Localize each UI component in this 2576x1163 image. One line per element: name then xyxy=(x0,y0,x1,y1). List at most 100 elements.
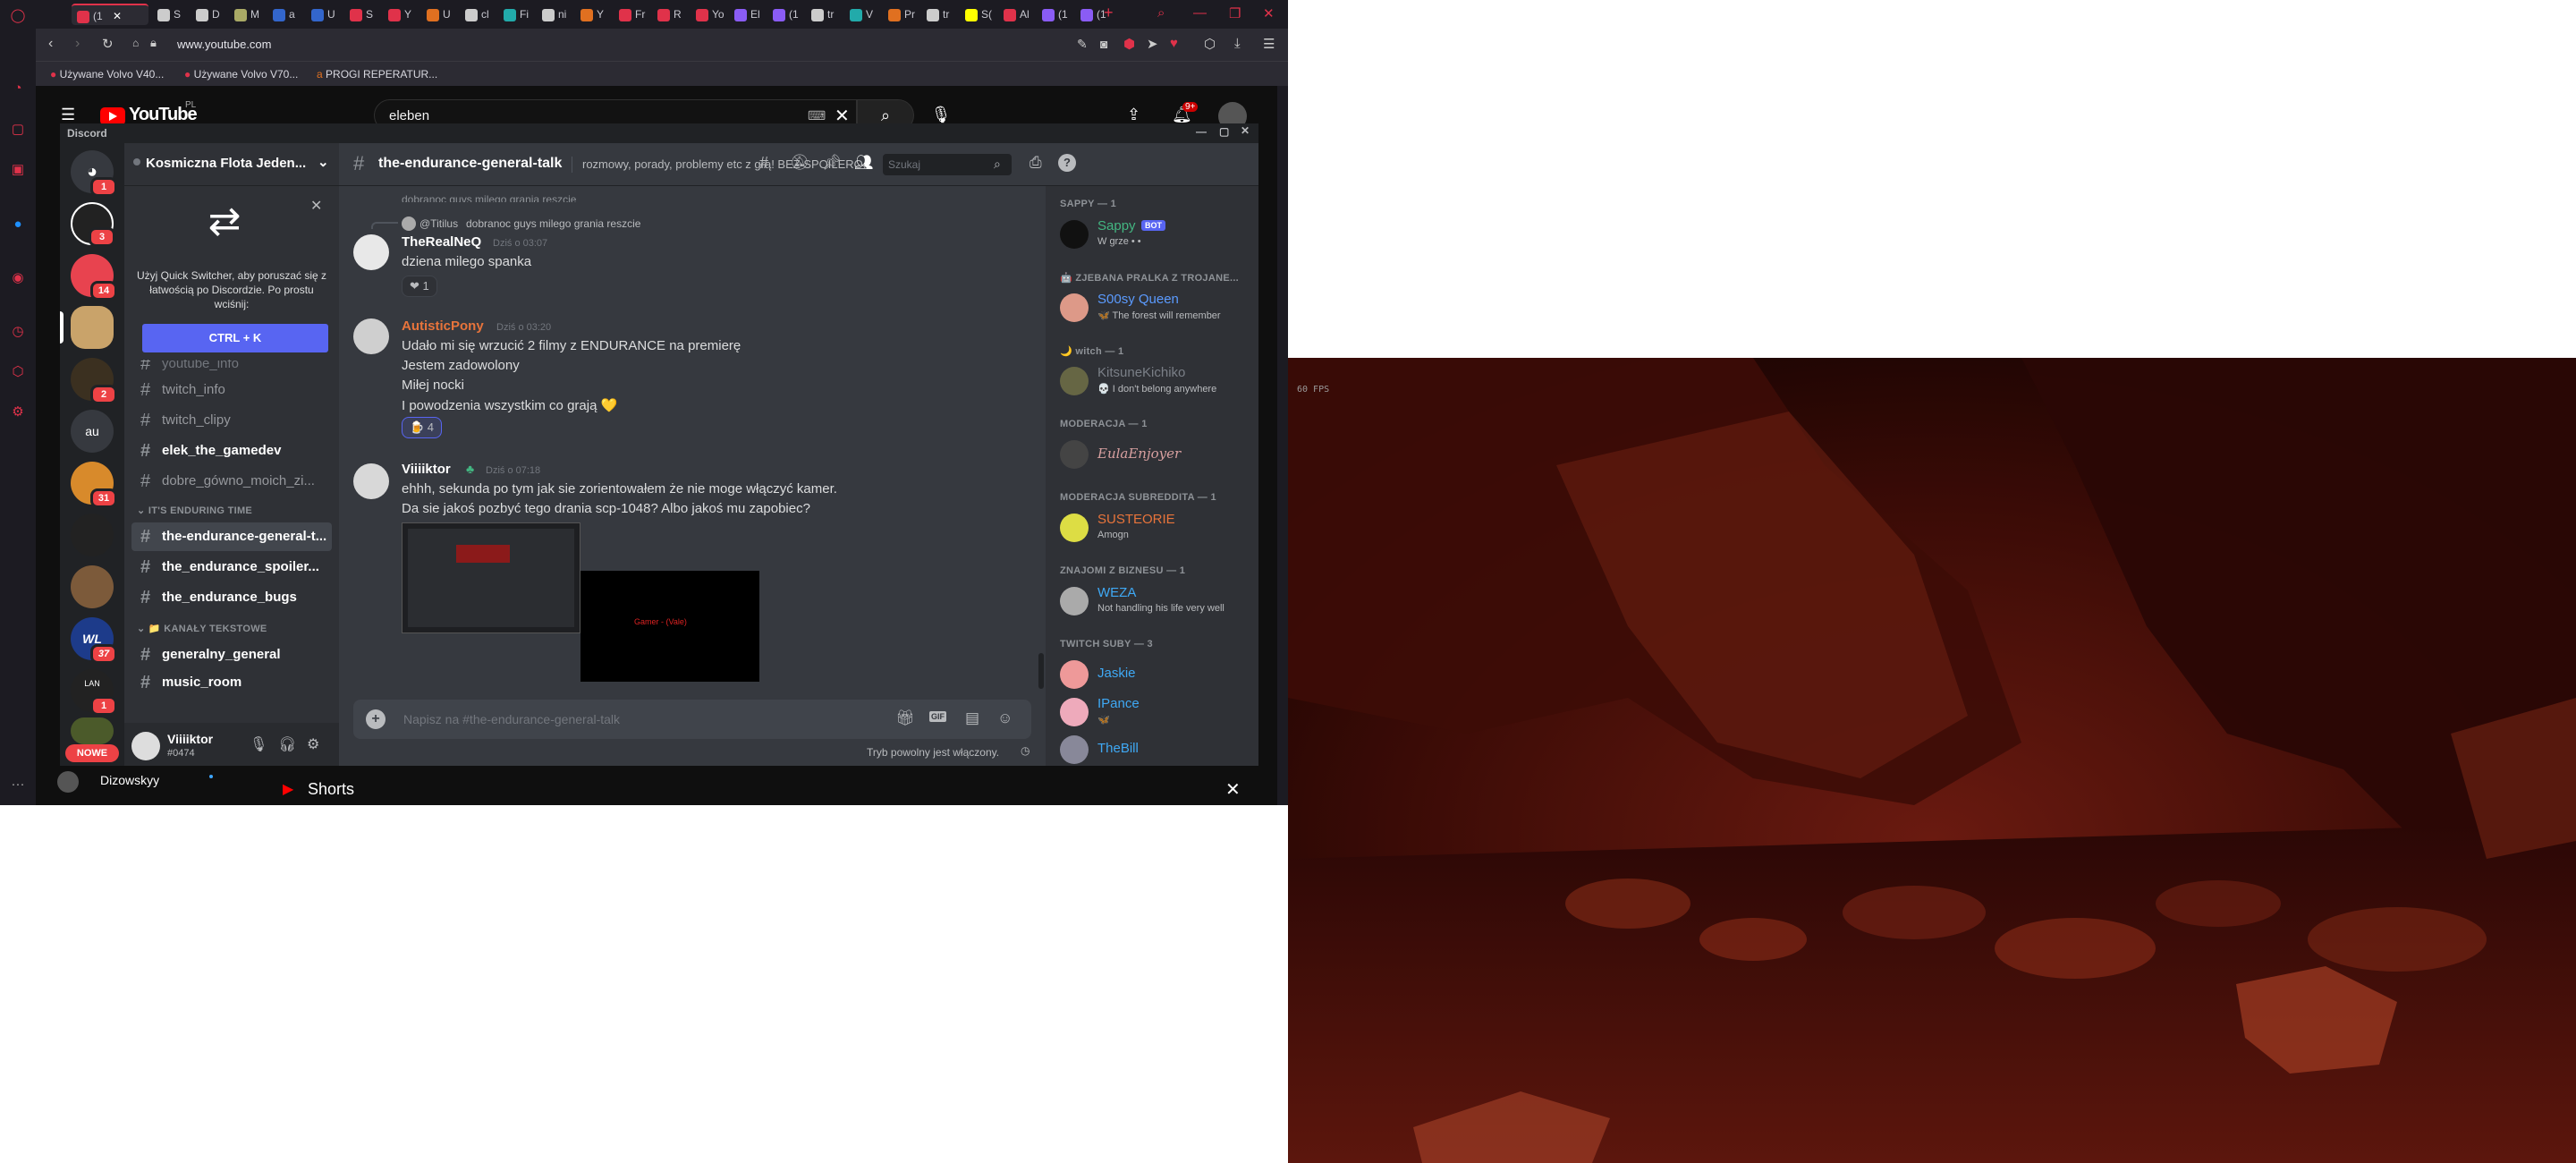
snapshot-icon[interactable]: ✎ xyxy=(1077,37,1088,52)
server-icon[interactable] xyxy=(71,514,114,556)
message-author[interactable]: AutisticPony xyxy=(402,318,484,334)
channel-item-unread[interactable]: # music_room xyxy=(131,673,332,692)
maximize-icon[interactable]: ▢ xyxy=(1219,125,1229,138)
username[interactable]: Viiiiktor xyxy=(167,732,213,746)
send-icon[interactable]: ➤ xyxy=(1147,36,1158,52)
server-icon[interactable]: 31 xyxy=(71,462,117,508)
channel-item-unread[interactable]: # the_endurance_spoiler... xyxy=(131,553,332,582)
url-field[interactable]: www.youtube.com xyxy=(177,38,272,51)
member-item[interactable]: SUSTEORIE Amogn xyxy=(1046,508,1258,546)
avatar[interactable] xyxy=(57,771,79,793)
browser-tab[interactable]: D xyxy=(191,4,226,25)
reaction[interactable]: 🍺 4 xyxy=(402,417,443,438)
channel-item[interactable]: # youtube_info xyxy=(131,360,332,376)
adblock-icon[interactable]: ⬢ xyxy=(1123,36,1135,52)
browser-tab[interactable]: tr xyxy=(921,4,957,25)
server-icon[interactable]: LAN 1 xyxy=(71,669,117,716)
server-icon[interactable]: 3 xyxy=(71,202,115,247)
browser-tab[interactable]: M xyxy=(229,4,265,25)
avatar[interactable] xyxy=(353,463,389,499)
server-icon[interactable] xyxy=(71,565,114,608)
gif-icon[interactable]: GIF xyxy=(929,711,946,722)
channel-item-unread[interactable]: # the_endurance_bugs xyxy=(131,583,332,612)
reaction[interactable]: ❤ 1 xyxy=(402,276,437,297)
gear-icon[interactable]: ⚙ xyxy=(307,735,319,753)
image-attachment[interactable] xyxy=(402,522,580,633)
camera-icon[interactable]: ◙ xyxy=(1100,37,1107,51)
member-item[interactable]: KitsuneKichiko 💀 I don't belong anywhere xyxy=(1046,361,1258,399)
heart-icon[interactable]: ♥ xyxy=(1170,36,1178,51)
server-icon[interactable]: 14 xyxy=(71,254,117,301)
server-icon[interactable]: WL 37 xyxy=(71,617,117,664)
home-icon[interactable]: ⌂ xyxy=(132,37,139,49)
scrollbar[interactable] xyxy=(1038,653,1044,689)
server-icon[interactable]: au xyxy=(71,410,114,453)
channel-name[interactable]: Dizowskyy xyxy=(100,773,159,787)
channel-item-unread[interactable]: # elek_the_gamedev xyxy=(131,437,332,465)
reply-text[interactable]: dobranoc guys milego grania reszcie xyxy=(466,217,640,230)
minimize-icon[interactable]: — xyxy=(1196,125,1207,138)
inbox-icon[interactable]: ⎙ xyxy=(1030,154,1042,172)
hamburger-icon[interactable]: ☰ xyxy=(61,106,75,124)
settings-icon[interactable]: ⚙ xyxy=(8,403,28,422)
member-item[interactable]: S00sy Queen 🦋 The forest will remember xyxy=(1046,288,1258,326)
pin-icon[interactable]: 📌︎ xyxy=(822,154,842,172)
opera-logo-icon[interactable]: ◯ xyxy=(8,6,28,26)
browser-tab[interactable]: Y xyxy=(383,4,419,25)
image-attachment[interactable]: Gamer - (Vale) xyxy=(580,571,759,682)
member-list-icon[interactable]: 👥︎ xyxy=(854,154,874,172)
browser-tab[interactable]: Fi xyxy=(498,4,534,25)
threads-icon[interactable]: # xyxy=(759,154,768,173)
sticker-icon[interactable]: ▤ xyxy=(965,709,979,727)
member-item[interactable]: Jaskie xyxy=(1046,655,1258,692)
quick-switcher-shortcut[interactable]: CTRL + K xyxy=(142,324,328,352)
minimize-icon[interactable]: — xyxy=(1193,5,1207,21)
browser-tab[interactable]: a xyxy=(267,4,303,25)
category-header[interactable]: ⌄ 📁 KANAŁY TEKSTOWE xyxy=(137,623,267,634)
twitch-icon[interactable]: ▣ xyxy=(8,160,28,180)
channel-item-selected[interactable]: # the-endurance-general-t... xyxy=(131,522,332,551)
browser-tab[interactable]: El xyxy=(729,4,765,25)
page-scrollbar[interactable] xyxy=(1277,86,1288,805)
new-tab-button[interactable]: + xyxy=(1104,4,1114,22)
browser-tab[interactable]: U xyxy=(306,4,342,25)
messenger-icon[interactable]: ● xyxy=(8,215,28,234)
emoji-icon[interactable]: ☺ xyxy=(997,709,1013,727)
bookmark-item[interactable]: ● Używane Volvo V70... xyxy=(184,68,298,81)
server-icon-active[interactable] xyxy=(71,306,114,349)
add-attachment-icon[interactable]: + xyxy=(366,709,386,729)
browser-tab[interactable]: (1 xyxy=(767,4,803,25)
close-window-icon[interactable]: ✕ xyxy=(1263,5,1275,21)
tab-youtube-active[interactable]: (1 ✕ xyxy=(72,4,148,25)
forward-icon[interactable]: › xyxy=(75,36,80,52)
member-item[interactable]: IPance 🦋 xyxy=(1046,692,1258,730)
member-item[interactable]: WEZA Not handling his life very well xyxy=(1046,582,1258,619)
browser-tab[interactable]: cl xyxy=(460,4,496,25)
close-icon[interactable]: ✕ xyxy=(1241,124,1250,137)
browser-tab[interactable]: S xyxy=(344,4,380,25)
bookmark-item[interactable]: a PROGI REPERATUR... xyxy=(317,68,437,81)
browser-tab[interactable]: S( xyxy=(960,4,996,25)
close-icon[interactable]: ✕ xyxy=(1225,778,1241,801)
reload-icon[interactable]: ↻ xyxy=(102,36,114,52)
category-header[interactable]: ⌄ IT'S ENDURING TIME xyxy=(137,505,252,516)
browser-tab[interactable]: tr xyxy=(806,4,842,25)
browser-tab[interactable]: Yo xyxy=(691,4,726,25)
history-icon[interactable]: ◷ xyxy=(8,322,28,342)
mute-bell-icon[interactable]: 🔕︎ xyxy=(790,154,809,172)
keyboard-icon[interactable]: ⌨ xyxy=(808,108,826,123)
browser-tab[interactable]: U xyxy=(421,4,457,25)
browser-tab[interactable]: Fr xyxy=(614,4,649,25)
message-author[interactable]: Viiiiktor xyxy=(402,462,451,477)
bookmark-item[interactable]: ● Używane Volvo V40... xyxy=(50,68,164,81)
close-icon[interactable]: ✕ xyxy=(310,197,322,215)
maximize-icon[interactable]: ❐ xyxy=(1229,5,1241,21)
extensions-icon[interactable]: ⬡ xyxy=(8,362,28,382)
avatar[interactable] xyxy=(353,234,389,270)
gift-icon[interactable]: 🎁︎ xyxy=(895,709,915,727)
reply-author[interactable]: @Titilus xyxy=(419,217,458,230)
browser-tab[interactable]: S xyxy=(152,4,188,25)
member-item[interactable]: TheBill xyxy=(1046,730,1258,768)
menu-icon[interactable]: ☰ xyxy=(1263,36,1275,52)
more-icon[interactable]: ··· xyxy=(8,775,28,794)
